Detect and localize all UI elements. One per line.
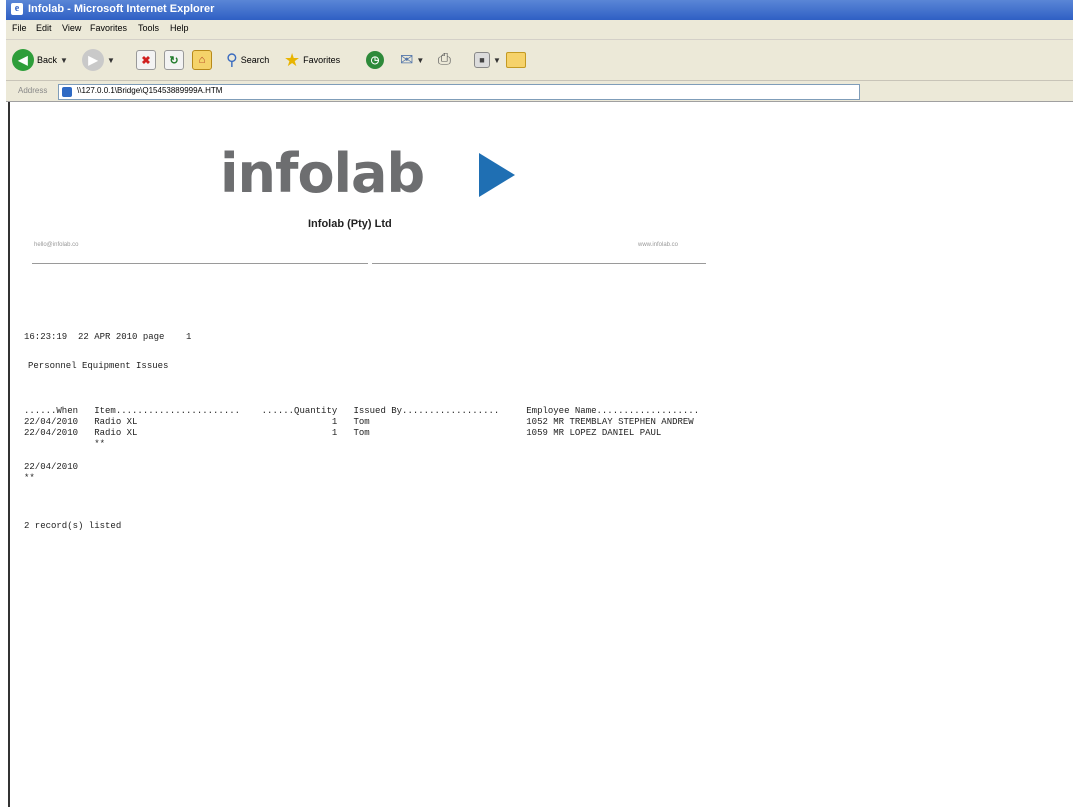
history-button[interactable]: ◷ — [366, 47, 384, 73]
table-header: ......When Item....................... .… — [24, 406, 700, 416]
header-website: www.infolab.co — [638, 242, 679, 248]
menu-bar: File Edit View Favorites Tools Help — [6, 20, 1073, 40]
mail-button[interactable]: ✉ ▼ — [400, 47, 424, 73]
header-rule-left — [32, 263, 368, 264]
forward-arrow-icon: ▶ — [82, 49, 104, 71]
folder-button[interactable] — [506, 47, 526, 73]
address-url[interactable]: \\127.0.0.1\Bridge\Q15453889999A.HTM — [77, 86, 222, 95]
window-title: Infolab - Microsoft Internet Explorer — [28, 3, 215, 15]
records-footer: 2 record(s) listed — [24, 521, 122, 531]
table-row: 22/04/2010 Radio XL 1 Tom 1059 MR LOPEZ … — [24, 428, 662, 438]
edit-button[interactable]: ■ ▼ — [474, 47, 501, 73]
group-date: 22/04/2010 — [24, 462, 79, 472]
menu-help[interactable]: Help — [170, 23, 189, 33]
logo-arrow-icon — [479, 153, 515, 197]
page-content: infolab Infolab (Pty) Ltd hello@infolab.… — [8, 102, 1073, 807]
report-timestamp: 16:23:19 22 APR 2010 page 1 — [24, 332, 192, 342]
back-label: Back — [37, 55, 58, 65]
group-marker: ** — [24, 473, 35, 483]
folder-icon — [506, 52, 526, 68]
mail-icon: ✉ — [400, 52, 414, 69]
edit-dropdown-icon[interactable]: ▼ — [493, 56, 501, 65]
search-icon: ⚲ — [226, 52, 238, 69]
back-arrow-icon: ◀ — [12, 49, 34, 71]
table-row: 22/04/2010 Radio XL 1 Tom 1052 MR TREMBL… — [24, 417, 694, 427]
back-dropdown-icon[interactable]: ▼ — [60, 56, 68, 65]
header-rule-right — [372, 263, 706, 264]
title-bar: e Infolab - Microsoft Internet Explorer — [6, 0, 1073, 20]
ie-app-icon: e — [11, 3, 23, 15]
refresh-button[interactable]: ↻ — [164, 47, 184, 73]
browser-window: e Infolab - Microsoft Internet Explorer … — [0, 0, 1073, 807]
menu-edit[interactable]: Edit — [36, 23, 52, 33]
standard-toolbar: ◀ Back ▼ ▶ ▼ ✖ ↻ ⌂ ⚲ Search ★ Favorites … — [6, 40, 1073, 81]
address-label: Address — [18, 86, 48, 95]
history-icon: ◷ — [366, 51, 384, 69]
favorites-label: Favorites — [303, 55, 341, 65]
home-icon: ⌂ — [192, 50, 212, 70]
refresh-icon: ↻ — [164, 50, 184, 70]
favorites-star-icon: ★ — [284, 49, 301, 70]
back-button[interactable]: ◀ Back ▼ — [12, 47, 68, 73]
search-button[interactable]: ⚲ Search — [226, 47, 269, 73]
edit-page-icon: ■ — [474, 52, 490, 68]
print-icon: ⎙ — [438, 51, 451, 68]
menu-view[interactable]: View — [62, 23, 81, 33]
print-button[interactable]: ⎙ — [438, 47, 451, 73]
forward-button[interactable]: ▶ ▼ — [82, 47, 115, 73]
header-email: hello@infolab.co — [34, 242, 79, 248]
address-bar: Address \\127.0.0.1\Bridge\Q15453889999A… — [6, 81, 1073, 102]
company-name: Infolab (Pty) Ltd — [308, 218, 392, 230]
favorites-button[interactable]: ★ Favorites — [284, 47, 340, 73]
menu-favorites[interactable]: Favorites — [90, 23, 127, 33]
subtotal-marker: ** — [24, 439, 106, 449]
forward-dropdown-icon[interactable]: ▼ — [107, 56, 115, 65]
page-icon — [62, 87, 72, 97]
infolab-logo: infolab — [220, 142, 425, 205]
home-button[interactable]: ⌂ — [192, 47, 212, 73]
menu-file[interactable]: File — [12, 23, 27, 33]
search-label: Search — [240, 55, 270, 65]
report-title: Personnel Equipment Issues — [28, 361, 169, 371]
mail-dropdown-icon[interactable]: ▼ — [416, 56, 424, 65]
stop-button[interactable]: ✖ — [136, 47, 156, 73]
address-input[interactable]: \\127.0.0.1\Bridge\Q15453889999A.HTM — [58, 84, 860, 100]
stop-icon: ✖ — [136, 50, 156, 70]
menu-tools[interactable]: Tools — [138, 23, 159, 33]
